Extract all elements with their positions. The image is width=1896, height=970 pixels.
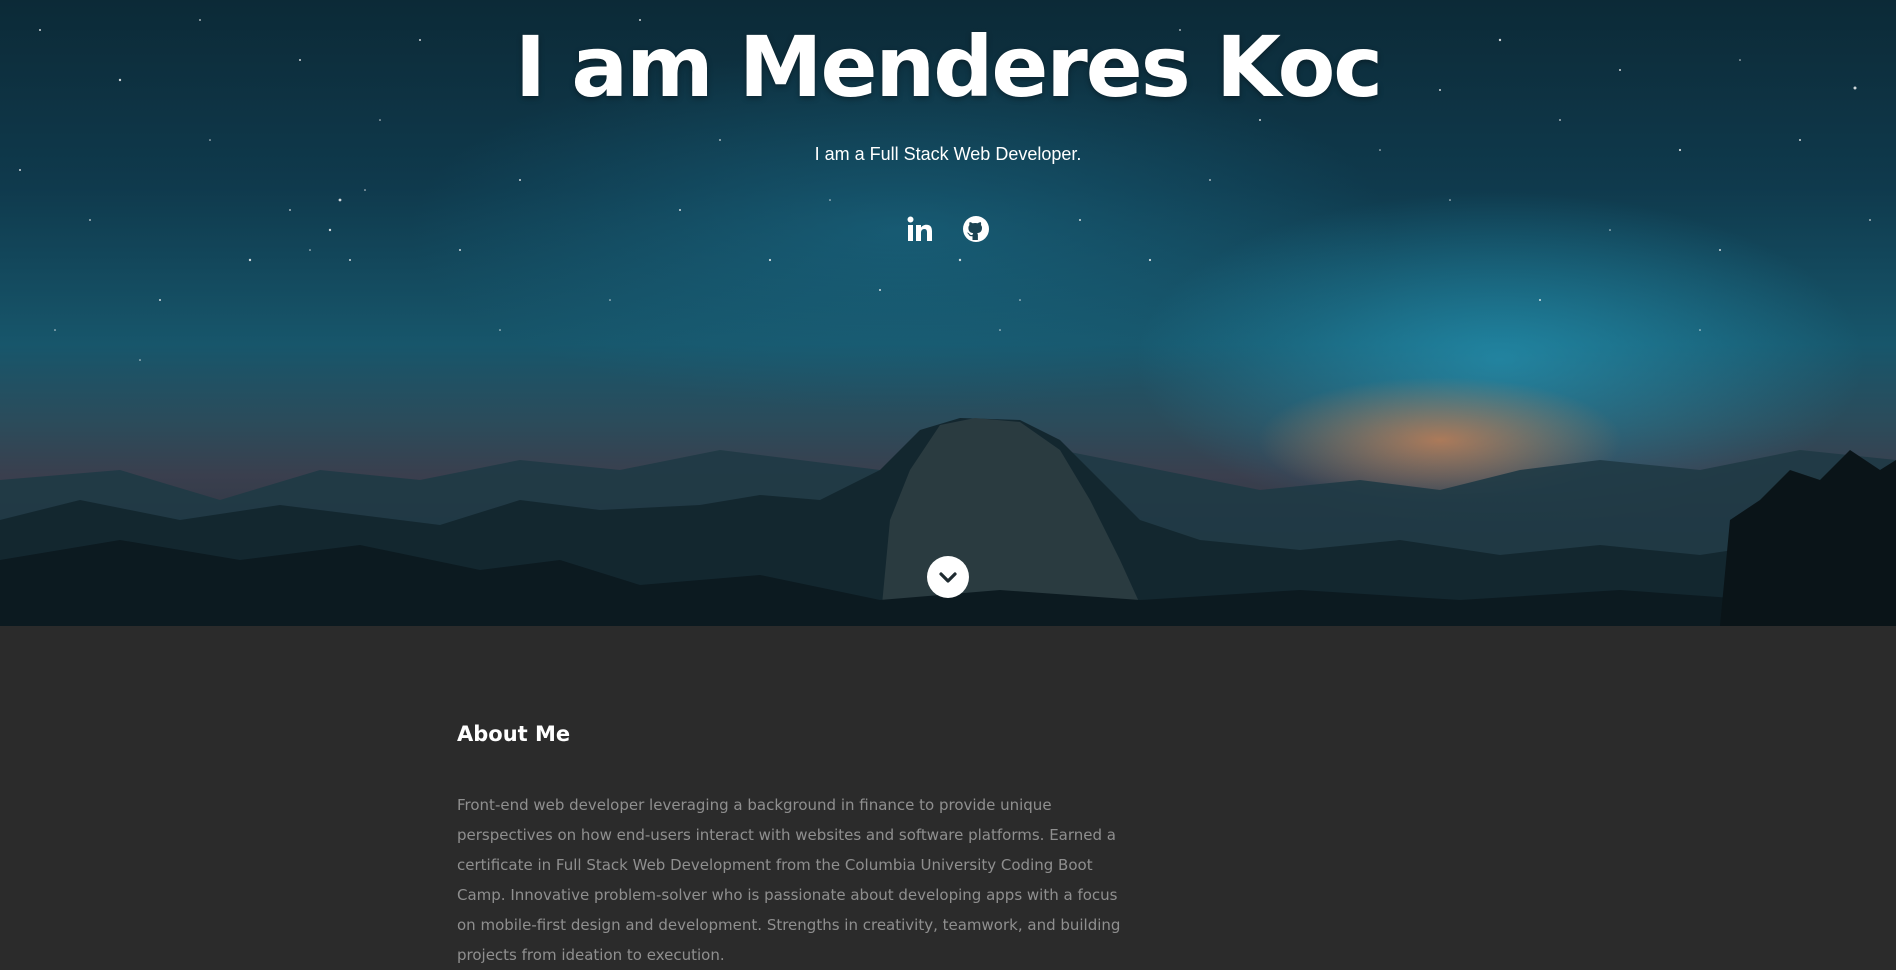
scroll-down-button[interactable]: [927, 556, 969, 598]
about-description: Front-end web developer leveraging a bac…: [457, 796, 1121, 964]
hero-subtitle: I am a Full Stack Web Developer.: [814, 144, 1082, 164]
about-section: About Me Front-end web developer leverag…: [0, 626, 1896, 964]
github-link[interactable]: [961, 214, 991, 244]
chevron-down-icon: [939, 572, 957, 583]
about-title: About Me: [457, 722, 571, 746]
linkedin-icon: [907, 216, 932, 241]
social-links: [0, 214, 1896, 244]
linkedin-link[interactable]: [905, 214, 935, 244]
github-icon: [963, 216, 989, 242]
hero-title: I am Menderes Koc: [514, 18, 1383, 116]
hero-banner: I am Menderes Koc I am a Full Stack Web …: [0, 0, 1896, 626]
